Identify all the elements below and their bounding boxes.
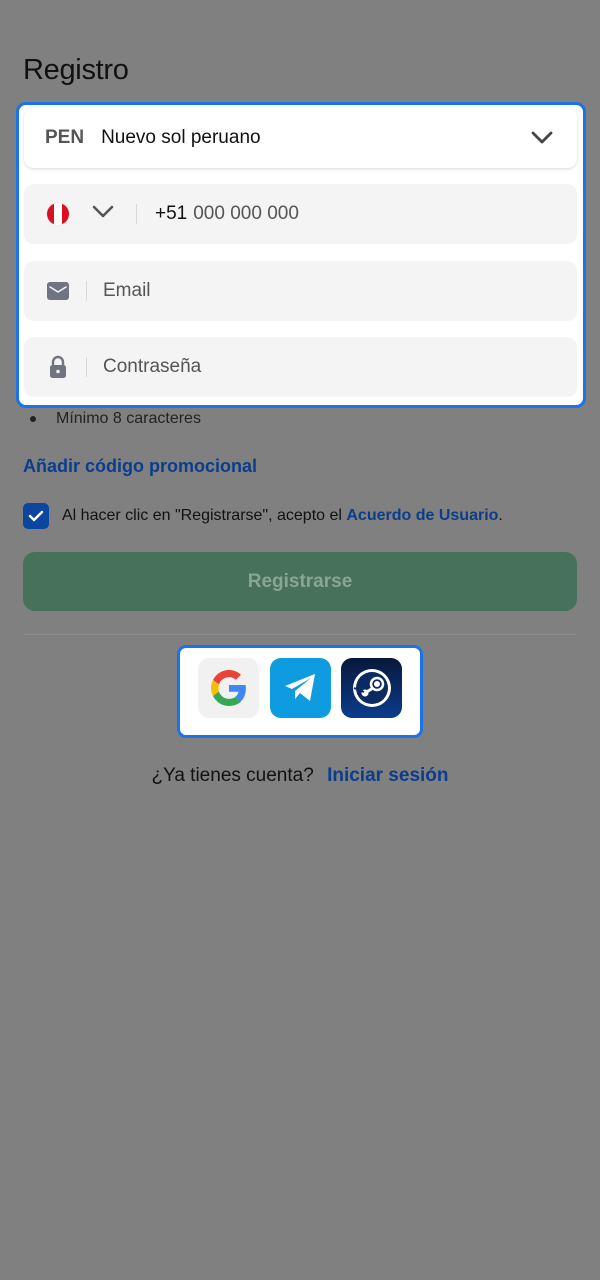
google-icon <box>210 670 246 706</box>
divider <box>23 634 577 635</box>
password-input[interactable]: Contraseña <box>103 356 201 378</box>
field-divider <box>86 281 87 301</box>
phone-prefix: +51 <box>155 203 188 224</box>
chevron-down-icon[interactable] <box>92 202 114 227</box>
password-hint: Mínimo 8 caracteres <box>30 410 201 428</box>
check-icon <box>28 510 44 522</box>
email-input[interactable]: Email <box>103 280 151 302</box>
phone-input[interactable]: 000 000 000 <box>193 203 299 225</box>
peru-flag-icon[interactable] <box>46 202 70 226</box>
steam-login-button[interactable] <box>341 658 402 718</box>
phone-field[interactable]: +51 000 000 000 <box>24 184 577 244</box>
mail-icon <box>46 281 70 301</box>
currency-select[interactable]: PEN Nuevo sol peruano <box>24 108 577 168</box>
telegram-login-button[interactable] <box>270 658 331 718</box>
password-hint-text: Mínimo 8 caracteres <box>56 410 201 427</box>
currency-code: PEN <box>45 127 85 148</box>
register-button[interactable]: Registrarse <box>23 552 577 611</box>
promo-code-link[interactable]: Añadir código promocional <box>23 456 257 477</box>
bullet-icon <box>30 416 36 422</box>
email-field[interactable]: Email <box>24 261 577 321</box>
login-link[interactable]: Iniciar sesión <box>327 765 448 786</box>
agreement-label: Al hacer clic en "Registrarse", acepto e… <box>62 507 347 524</box>
password-field[interactable]: Contraseña <box>24 337 577 397</box>
login-row: ¿Ya tienes cuenta? Iniciar sesión <box>0 765 600 787</box>
lock-icon <box>46 355 70 379</box>
telegram-icon <box>284 674 315 701</box>
agreement-checkbox[interactable] <box>23 503 49 529</box>
user-agreement-link[interactable]: Acuerdo de Usuario <box>346 507 498 524</box>
chevron-down-icon <box>531 128 553 153</box>
field-divider <box>136 204 137 224</box>
agreement-suffix: . <box>498 507 503 524</box>
page-title: Registro <box>23 54 129 86</box>
steam-icon <box>352 669 391 707</box>
field-divider <box>86 357 87 377</box>
currency-name: Nuevo sol peruano <box>101 127 261 148</box>
google-login-button[interactable] <box>198 658 259 718</box>
agreement-row: Al hacer clic en "Registrarse", acepto e… <box>23 503 503 529</box>
login-question: ¿Ya tienes cuenta? <box>151 765 314 786</box>
agreement-text: Al hacer clic en "Registrarse", acepto e… <box>62 507 503 525</box>
